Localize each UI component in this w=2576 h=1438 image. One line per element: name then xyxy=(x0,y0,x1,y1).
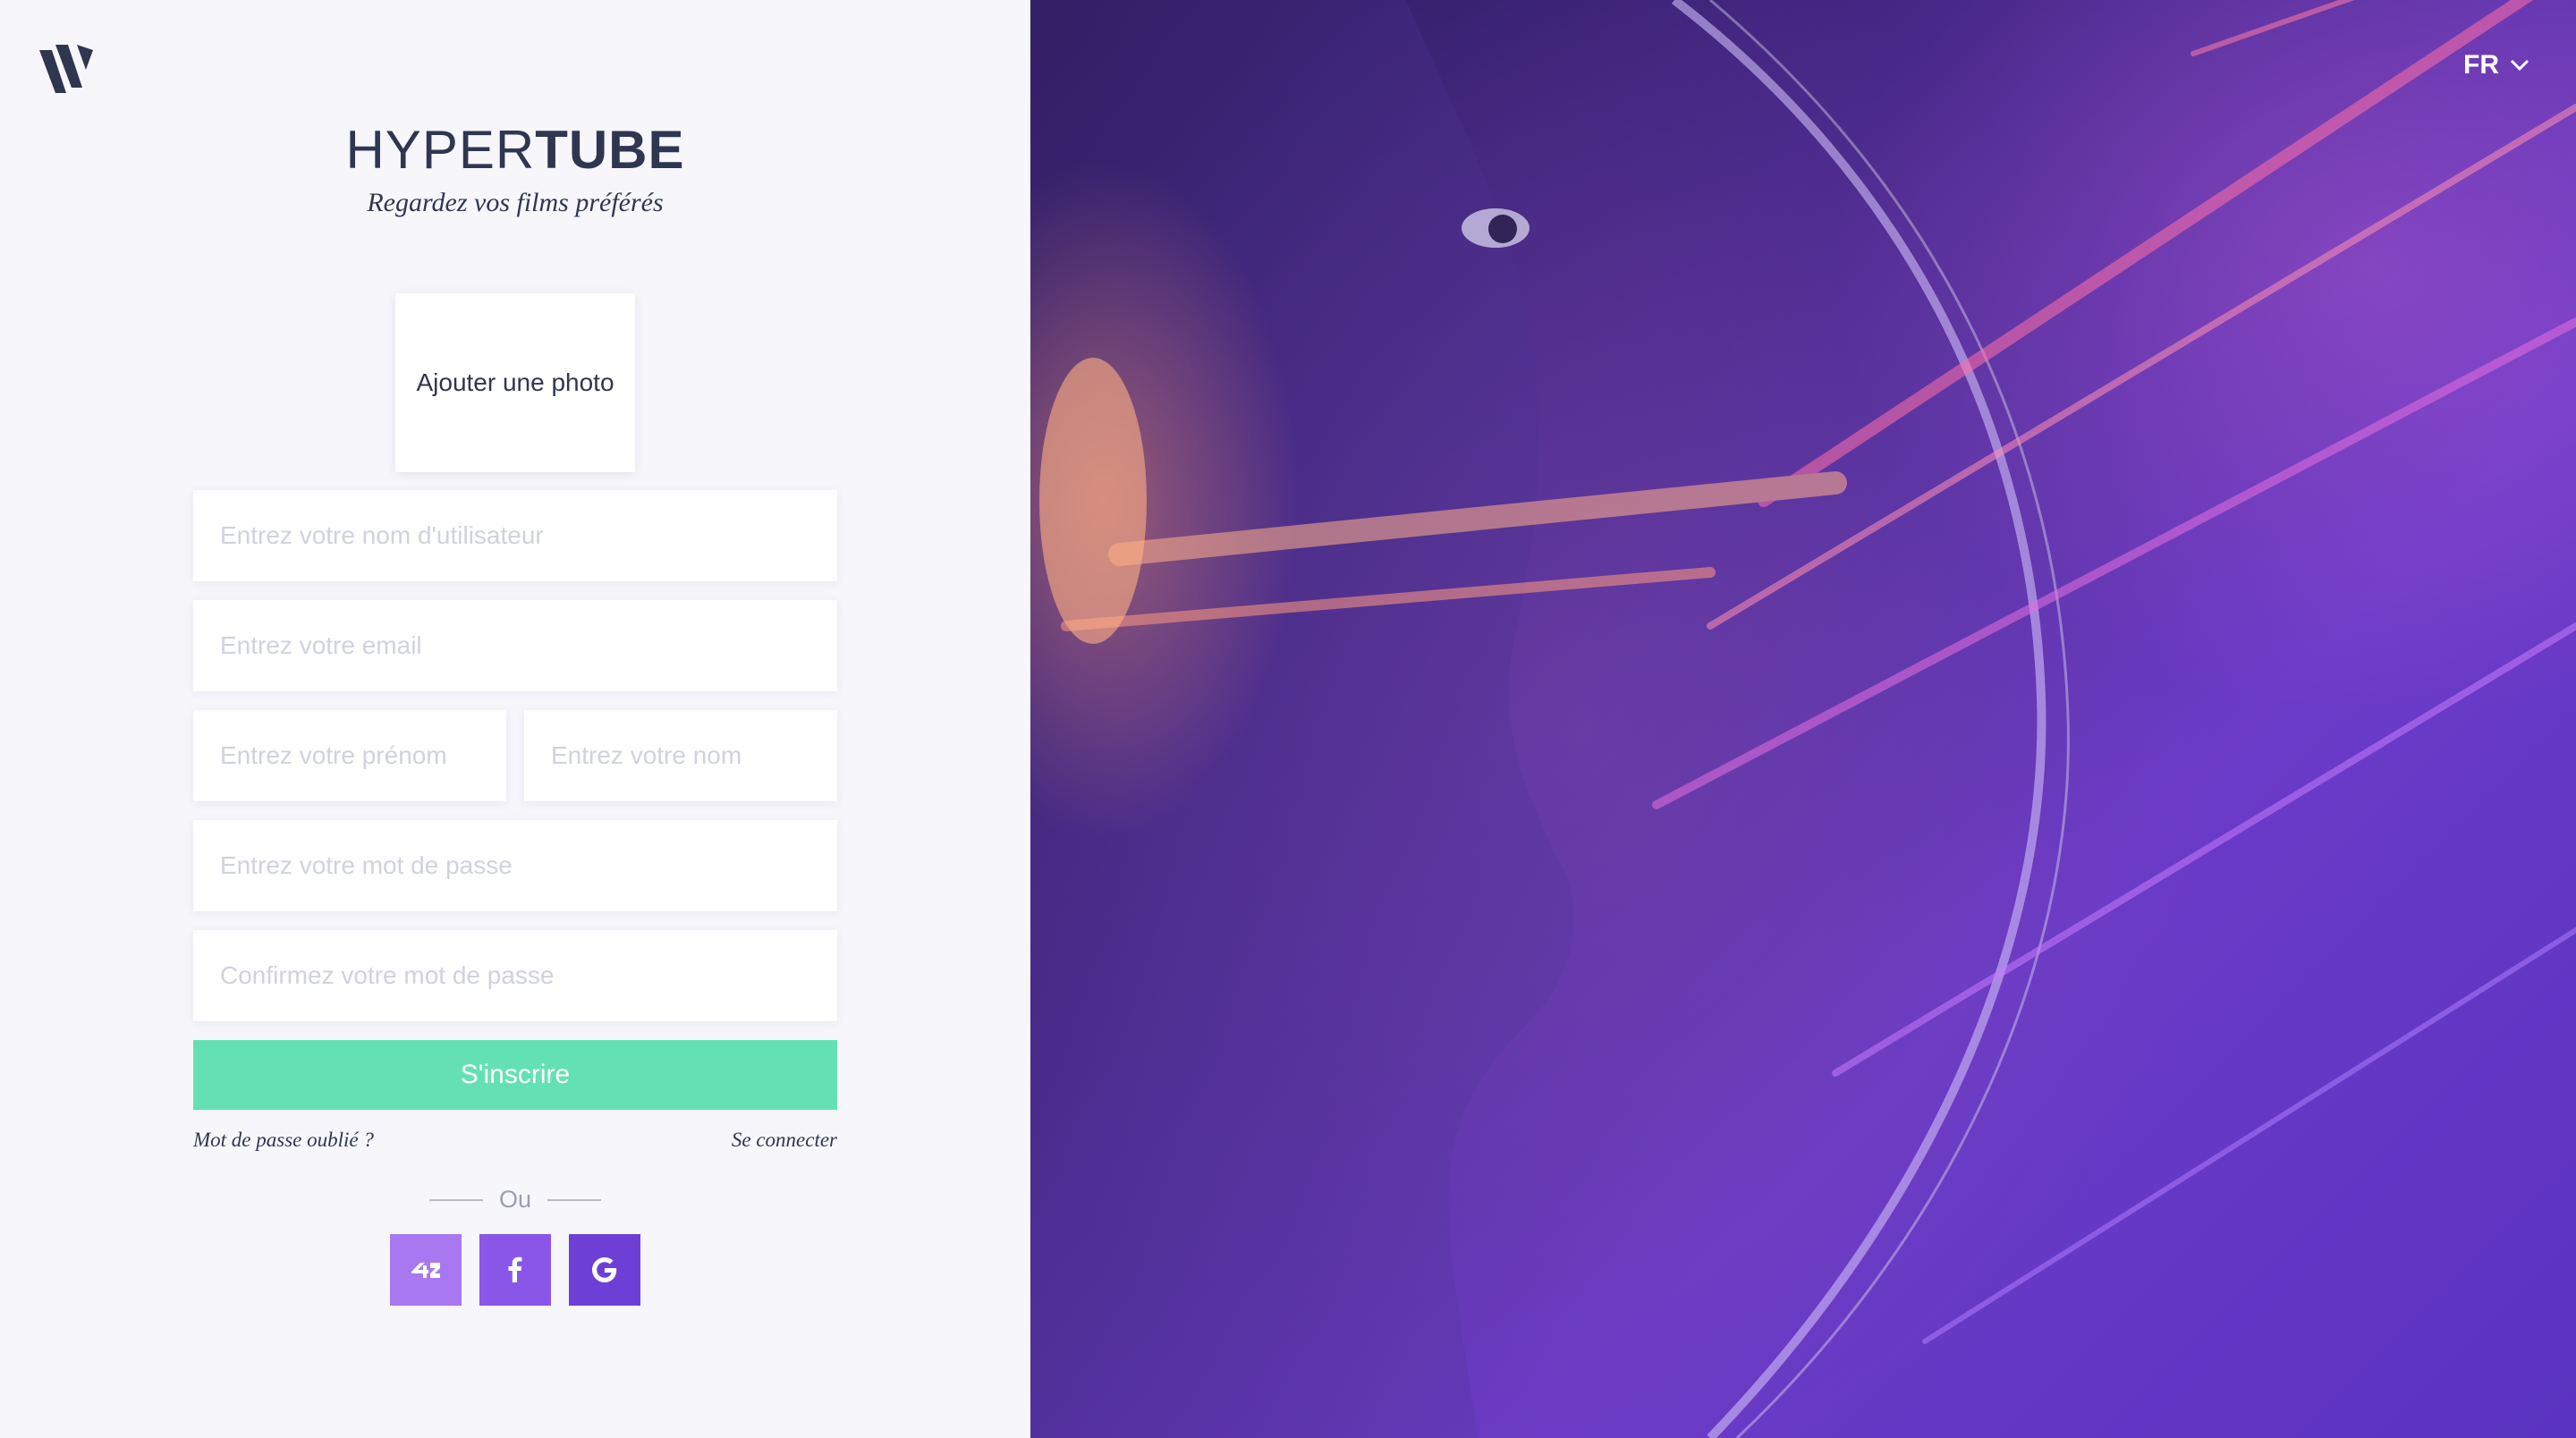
app-subtitle: Regardez vos films préférés xyxy=(367,188,664,217)
google-icon xyxy=(592,1257,617,1282)
confirm-password-input[interactable] xyxy=(193,930,837,1021)
signup-panel: HYPERTUBE Regardez vos films préférés Aj… xyxy=(0,0,1030,1438)
hero-image: FR xyxy=(1030,0,2576,1438)
login-link[interactable]: Se connecter xyxy=(732,1129,837,1152)
app-title-bold: TUBE xyxy=(535,120,685,180)
email-input[interactable] xyxy=(193,600,837,691)
login-facebook-button[interactable] xyxy=(479,1234,551,1306)
logo-icon[interactable] xyxy=(38,38,98,98)
brand-header: HYPERTUBE Regardez vos films préférés xyxy=(0,116,1030,218)
add-photo-label: Ajouter une photo xyxy=(416,368,614,396)
language-current: FR xyxy=(2463,50,2499,80)
social-login-group xyxy=(0,1234,1030,1306)
chevron-down-icon xyxy=(2510,59,2529,72)
or-divider: Ou xyxy=(0,1186,1030,1214)
forgot-password-link[interactable]: Mot de passe oublié ? xyxy=(193,1129,374,1152)
password-input[interactable] xyxy=(193,820,837,911)
username-input[interactable] xyxy=(193,490,837,581)
app-title: HYPERTUBE xyxy=(0,116,1030,184)
signup-button[interactable]: S'inscrire xyxy=(193,1040,837,1110)
login-42-button[interactable] xyxy=(390,1234,462,1306)
language-selector[interactable]: FR xyxy=(2463,50,2529,80)
divider-line-right xyxy=(547,1198,602,1201)
lastname-input[interactable] xyxy=(524,710,837,801)
42-icon xyxy=(411,1263,440,1278)
facebook-icon xyxy=(508,1256,522,1282)
astronaut-portrait-image xyxy=(1030,0,2576,1438)
add-photo-button[interactable]: Ajouter une photo xyxy=(395,293,635,472)
firstname-input[interactable] xyxy=(193,710,506,801)
divider-label: Ou xyxy=(498,1186,532,1213)
login-google-button[interactable] xyxy=(569,1234,640,1306)
app-title-light: HYPER xyxy=(345,120,536,180)
divider-line-left xyxy=(428,1198,483,1201)
